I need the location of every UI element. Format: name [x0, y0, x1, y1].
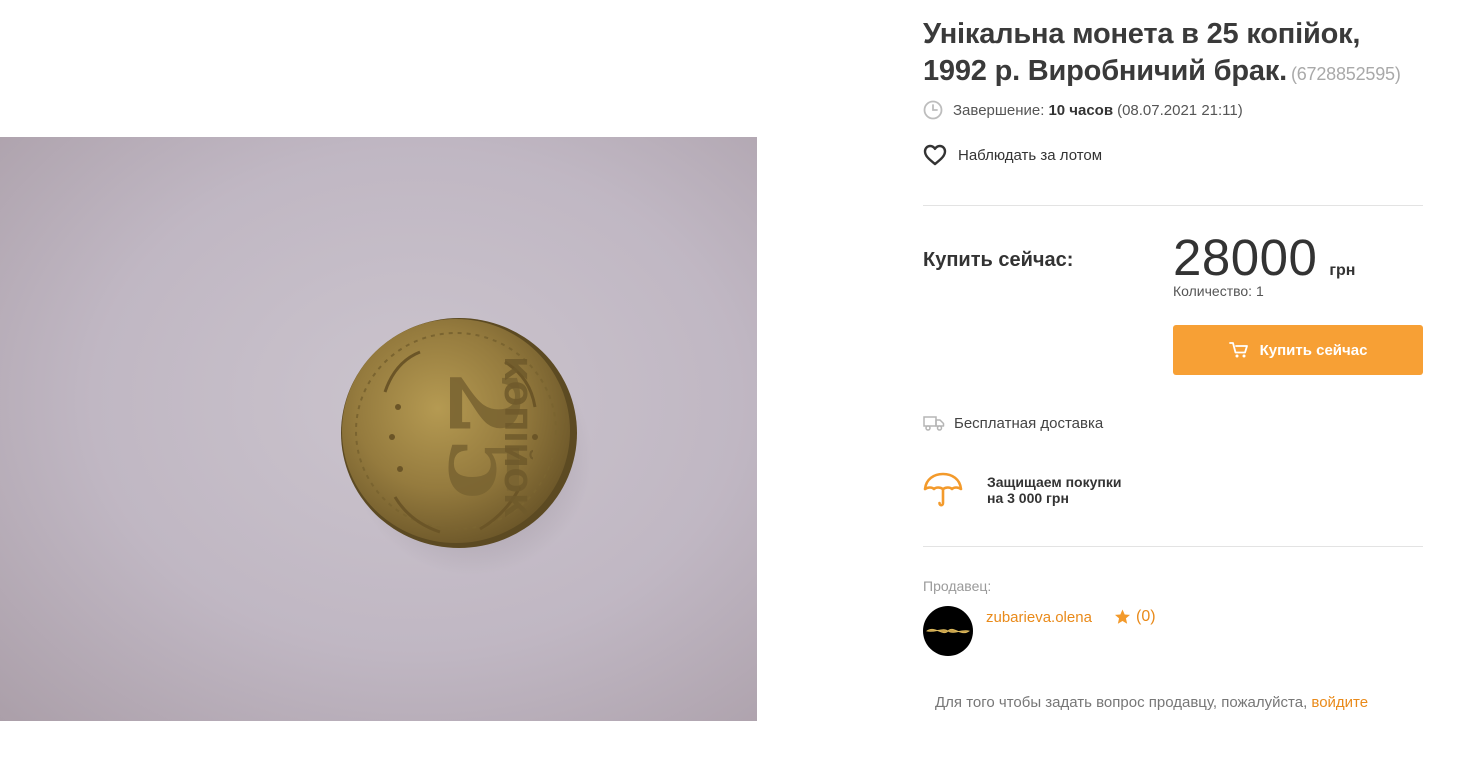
- buy-now-button[interactable]: Купить сейчас: [1173, 325, 1423, 375]
- svg-text:КОПІЙОК: КОПІЙОК: [497, 356, 533, 518]
- price-amount: 28000: [1173, 229, 1318, 286]
- seller-rating-count: (0): [1136, 608, 1156, 625]
- ending-date: (08.07.2021 21:11): [1117, 101, 1243, 119]
- ask-seller-text: Для того чтобы задать вопрос продавцу, п…: [935, 694, 1308, 711]
- star-icon: [1115, 609, 1130, 624]
- ask-seller-note: Для того чтобы задать вопрос продавцу, п…: [935, 694, 1368, 711]
- heart-icon: [923, 144, 947, 166]
- protection-line-1: Защищаем покупки: [987, 474, 1122, 490]
- free-delivery: Бесплатная доставка: [923, 412, 1103, 434]
- ending-label: Завершение:: [953, 101, 1045, 119]
- umbrella-icon: [923, 472, 963, 507]
- buyer-protection: Защищаем покупки на 3 000 грн: [923, 470, 1121, 510]
- protection-line-2: на 3 000 грн: [987, 490, 1069, 506]
- lot-title: Унікальна монета в 25 копійок, 1992 р. В…: [923, 16, 1423, 93]
- cart-icon: [1228, 342, 1248, 358]
- free-delivery-label: Бесплатная доставка: [954, 414, 1104, 432]
- avatar[interactable]: [923, 606, 973, 656]
- watch-lot-button[interactable]: Наблюдать за лотом: [923, 142, 1102, 168]
- coin-image: 25 КОПІЙОК: [341, 318, 592, 575]
- lot-info-panel: Унікальна монета в 25 копійок, 1992 р. В…: [923, 0, 1423, 757]
- truck-icon: [923, 416, 945, 431]
- price-currency: грн: [1329, 262, 1356, 279]
- seller-name-link[interactable]: zubarieva.olena: [986, 609, 1092, 626]
- clock-icon: [923, 100, 943, 120]
- protection-text: Защищаем покупки на 3 000 грн: [987, 474, 1121, 506]
- auction-ending: Завершение: 10 часов (08.07.2021 21:11): [923, 98, 1243, 122]
- divider: [923, 205, 1423, 206]
- seller-rating[interactable]: (0): [1113, 608, 1156, 626]
- divider: [923, 546, 1423, 547]
- login-link[interactable]: войдите: [1311, 694, 1368, 711]
- buy-now-label: Купить сейчас:: [923, 249, 1074, 271]
- product-photo[interactable]: 25 КОПІЙОК: [0, 137, 757, 721]
- ending-remaining: 10 часов: [1048, 101, 1114, 119]
- buy-now-button-label: Купить сейчас: [1259, 341, 1368, 359]
- price: 28000 грн: [1173, 228, 1355, 288]
- avatar-image: [926, 628, 970, 634]
- quantity: Количество: 1: [1173, 283, 1264, 299]
- lot-id: (6728852595): [1290, 64, 1401, 84]
- watch-lot-label: Наблюдать за лотом: [958, 146, 1103, 164]
- seller-label: Продавец:: [923, 578, 992, 594]
